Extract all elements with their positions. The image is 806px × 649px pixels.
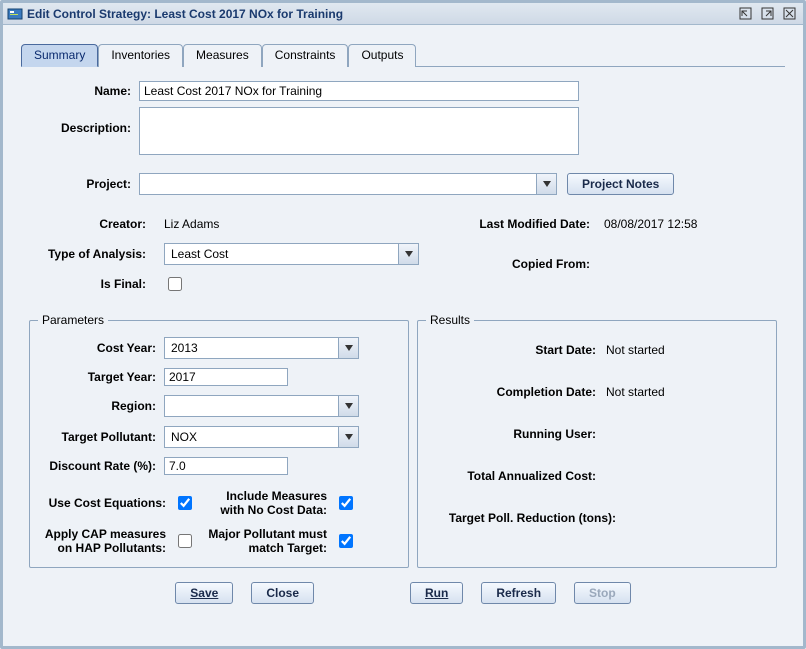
target-year-input[interactable] bbox=[164, 368, 288, 386]
tab-constraints[interactable]: Constraints bbox=[262, 44, 349, 67]
description-input[interactable] bbox=[139, 107, 579, 155]
tab-outputs[interactable]: Outputs bbox=[348, 44, 416, 67]
completion-date-value: Not started bbox=[606, 385, 768, 399]
window-frame: Edit Control Strategy: Least Cost 2017 N… bbox=[0, 0, 806, 649]
analysis-select[interactable]: Least Cost bbox=[164, 243, 419, 265]
copied-label: Copied From: bbox=[459, 257, 604, 271]
start-date-label: Start Date: bbox=[426, 343, 606, 357]
app-icon bbox=[7, 6, 23, 22]
region-label: Region: bbox=[38, 399, 164, 413]
description-label: Description: bbox=[29, 107, 139, 135]
cost-year-text: 2013 bbox=[165, 338, 338, 358]
total-cost-value bbox=[606, 469, 768, 483]
minimize-internal-button[interactable] bbox=[735, 6, 755, 22]
isfinal-label: Is Final: bbox=[29, 277, 164, 291]
use-cost-label: Use Cost Equations: bbox=[38, 496, 174, 510]
results-fieldset: Results Start Date: Not started Completi… bbox=[417, 313, 777, 568]
completion-date-label: Completion Date: bbox=[426, 385, 606, 399]
tab-measures[interactable]: Measures bbox=[183, 44, 262, 67]
running-user-label: Running User: bbox=[426, 427, 606, 441]
tab-inventories[interactable]: Inventories bbox=[98, 44, 183, 67]
chevron-down-icon bbox=[338, 427, 358, 447]
tab-summary[interactable]: Summary bbox=[21, 44, 98, 67]
parameters-legend: Parameters bbox=[38, 313, 108, 327]
isfinal-checkbox[interactable] bbox=[168, 277, 182, 291]
lastmod-value: 08/08/2017 12:58 bbox=[604, 217, 697, 231]
chevron-down-icon bbox=[536, 174, 556, 194]
apply-cap-checkbox[interactable] bbox=[178, 534, 192, 548]
name-label: Name: bbox=[29, 84, 139, 98]
project-notes-button[interactable]: Project Notes bbox=[567, 173, 674, 195]
save-button[interactable]: Save bbox=[175, 582, 233, 604]
cost-year-select[interactable]: 2013 bbox=[164, 337, 359, 359]
include-nocost-checkbox[interactable] bbox=[339, 496, 353, 510]
total-cost-label: Total Annualized Cost: bbox=[426, 469, 606, 483]
project-select-text bbox=[140, 174, 536, 194]
discount-label: Discount Rate (%): bbox=[38, 459, 164, 473]
close-window-button[interactable]: Close bbox=[251, 582, 314, 604]
chevron-down-icon bbox=[338, 338, 358, 358]
major-poll-checkbox[interactable] bbox=[339, 534, 353, 548]
chevron-down-icon bbox=[398, 244, 418, 264]
chevron-down-icon bbox=[338, 396, 358, 416]
stop-button[interactable]: Stop bbox=[574, 582, 631, 604]
target-pollutant-select[interactable]: NOX bbox=[164, 426, 359, 448]
tab-bar: Summary Inventories Measures Constraints… bbox=[21, 43, 785, 67]
discount-input[interactable] bbox=[164, 457, 288, 475]
lastmod-label: Last Modified Date: bbox=[459, 217, 604, 231]
major-poll-label: Major Pollutant must match Target: bbox=[195, 527, 335, 555]
close-button[interactable] bbox=[779, 6, 799, 22]
window-content: Summary Inventories Measures Constraints… bbox=[3, 25, 803, 628]
target-reduction-label: Target Poll. Reduction (tons): bbox=[426, 511, 626, 525]
name-input[interactable] bbox=[139, 81, 579, 101]
analysis-label: Type of Analysis: bbox=[29, 247, 164, 261]
region-text bbox=[165, 396, 338, 416]
running-user-value bbox=[606, 427, 768, 441]
run-button[interactable]: Run bbox=[410, 582, 463, 604]
results-legend: Results bbox=[426, 313, 474, 327]
titlebar[interactable]: Edit Control Strategy: Least Cost 2017 N… bbox=[3, 3, 803, 25]
refresh-button[interactable]: Refresh bbox=[481, 582, 556, 604]
analysis-select-text: Least Cost bbox=[165, 244, 398, 264]
footer-buttons: Save Close Run Refresh Stop bbox=[29, 568, 777, 610]
use-cost-checkbox[interactable] bbox=[178, 496, 192, 510]
cost-year-label: Cost Year: bbox=[38, 341, 164, 355]
region-select[interactable] bbox=[164, 395, 359, 417]
start-date-value: Not started bbox=[606, 343, 768, 357]
target-pollutant-label: Target Pollutant: bbox=[38, 430, 164, 444]
target-pollutant-text: NOX bbox=[165, 427, 338, 447]
project-label: Project: bbox=[29, 177, 139, 191]
creator-label: Creator: bbox=[29, 217, 164, 231]
maximize-button[interactable] bbox=[757, 6, 777, 22]
include-nocost-label: Include Measures with No Cost Data: bbox=[195, 489, 335, 517]
target-reduction-value bbox=[626, 511, 768, 525]
tab-body-summary: Name: Description: Project: Project Note… bbox=[21, 67, 785, 618]
target-year-label: Target Year: bbox=[38, 370, 164, 384]
apply-cap-label: Apply CAP measures on HAP Pollutants: bbox=[38, 527, 174, 555]
creator-value: Liz Adams bbox=[164, 217, 219, 231]
project-select[interactable] bbox=[139, 173, 557, 195]
window-title: Edit Control Strategy: Least Cost 2017 N… bbox=[27, 7, 733, 21]
parameters-fieldset: Parameters Cost Year: 2013 Target Year: bbox=[29, 313, 409, 568]
